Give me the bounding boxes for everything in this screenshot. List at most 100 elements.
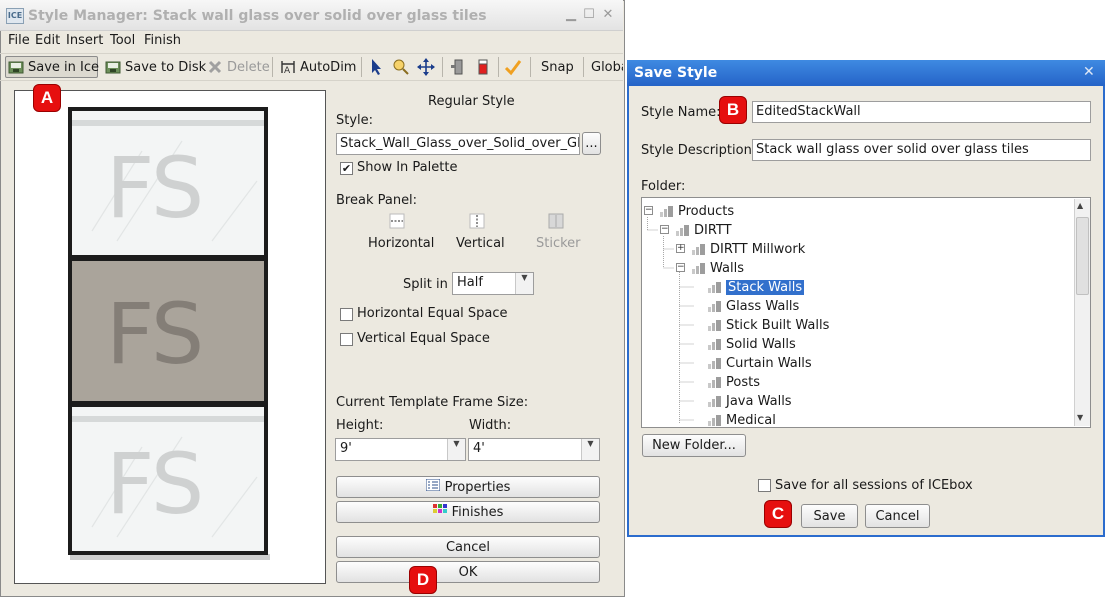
scroll-thumb[interactable] — [1076, 217, 1089, 295]
scroll-up-icon[interactable]: ▲ — [1077, 201, 1083, 210]
maximize-icon[interactable]: ☐ — [581, 7, 597, 23]
collapse-icon[interactable]: − — [676, 263, 685, 272]
tree-node-solid-walls[interactable]: Solid Walls — [708, 335, 796, 353]
break-horizontal-label[interactable]: Horizontal — [368, 236, 434, 251]
save-style-titlebar[interactable]: Save Style ✕ — [627, 60, 1105, 86]
tree-node-medical[interactable]: Medical — [708, 411, 776, 429]
menu-file[interactable]: File — [8, 33, 30, 48]
cancel-button[interactable]: Cancel — [336, 536, 600, 558]
glass-panel-top[interactable]: FS — [68, 107, 268, 259]
global-button[interactable]: Globa — [589, 56, 623, 78]
autodim-button[interactable]: A AutoDim — [278, 56, 358, 78]
save-in-ice-button[interactable]: Save in Ice — [5, 56, 99, 78]
tree-node-glass-walls[interactable]: Glass Walls — [708, 297, 799, 315]
toolbar-separator — [361, 57, 362, 77]
break-vertical-icon[interactable] — [469, 213, 485, 233]
folder-icon — [708, 395, 722, 407]
split-in-select[interactable]: Half ▼ — [452, 272, 534, 295]
menu-insert[interactable]: Insert — [66, 33, 103, 48]
tree-node-dirtt[interactable]: DIRTT — [676, 221, 732, 239]
split-in-label: Split in — [403, 277, 448, 292]
width-select[interactable]: 4' ▼ — [468, 438, 600, 461]
tree-node-java-walls[interactable]: Java Walls — [708, 392, 792, 410]
snap-button[interactable]: Snap — [539, 56, 576, 78]
menu-finish[interactable]: Finish — [144, 33, 181, 48]
horizontal-equal-space-checkbox[interactable] — [340, 308, 353, 321]
properties-label: Properties — [444, 479, 511, 495]
new-folder-button[interactable]: New Folder... — [642, 434, 746, 457]
break-horizontal-icon[interactable] — [389, 213, 405, 233]
ok-button[interactable]: OK — [336, 561, 600, 583]
check-orange-icon[interactable] — [504, 58, 522, 80]
height-select[interactable]: 9' ▼ — [335, 438, 466, 461]
finishes-icon — [432, 504, 447, 520]
folder-icon — [708, 376, 722, 388]
tree-node-dirtt-millwork[interactable]: DIRTT Millwork — [692, 240, 805, 258]
close-icon[interactable]: ✕ — [600, 7, 616, 23]
tree-node-stack-walls[interactable]: Stack Walls — [708, 278, 805, 296]
save-all-sessions-label: Save for all sessions of ICEbox — [775, 478, 973, 493]
folder-icon — [692, 243, 706, 255]
glass-panel-bottom[interactable]: FS — [68, 403, 268, 555]
properties-button[interactable]: Properties — [336, 476, 600, 498]
panel-red-icon[interactable] — [474, 58, 492, 80]
style-description-input[interactable]: Stack wall glass over solid over glass t… — [752, 139, 1091, 161]
save-all-sessions-checkbox[interactable] — [758, 479, 771, 492]
toolbar-separator — [272, 57, 273, 77]
tree-node-label: DIRTT — [694, 222, 732, 238]
save-to-disk-icon — [105, 59, 121, 75]
toolbar-separator — [442, 57, 443, 77]
style-browse-button[interactable]: ... — [582, 132, 601, 155]
sticker-label: Sticker — [536, 236, 581, 251]
style-label: Style: — [336, 113, 374, 128]
style-manager-titlebar[interactable]: ICE Style Manager: Stack wall glass over… — [0, 0, 623, 31]
style-name-input[interactable]: EditedStackWall — [752, 101, 1091, 123]
close-icon[interactable]: ✕ — [1083, 64, 1095, 80]
callout-b: B — [719, 96, 747, 124]
menu-edit[interactable]: Edit — [35, 33, 60, 48]
tree-node-label: Medical — [726, 412, 776, 428]
callout-d: D — [409, 566, 437, 594]
finishes-button[interactable]: Finishes — [336, 501, 600, 523]
solid-panel-middle[interactable]: FS — [68, 257, 268, 405]
window-title: Style Manager: Stack wall glass over sol… — [28, 8, 487, 24]
scroll-down-icon[interactable]: ▼ — [1077, 413, 1083, 422]
panel-gray-icon[interactable] — [449, 58, 467, 80]
break-vertical-label[interactable]: Vertical — [456, 236, 505, 251]
toolbar-separator — [530, 57, 531, 77]
select-arrow-icon[interactable] — [369, 58, 383, 80]
tree-node-stick-built-walls[interactable]: Stick Built Walls — [708, 316, 829, 334]
style-name-label: Style Name: — [641, 105, 721, 120]
dialog-cancel-button[interactable]: Cancel — [865, 504, 930, 528]
show-in-palette-checkbox[interactable]: ✔ — [340, 162, 353, 175]
folder-icon — [708, 319, 722, 331]
style-name-field[interactable]: Stack_Wall_Glass_over_Solid_over_Glass_T… — [336, 133, 580, 155]
tree-node-walls[interactable]: Walls — [692, 259, 744, 277]
zoom-icon[interactable] — [392, 58, 410, 80]
save-button[interactable]: Save — [801, 504, 858, 528]
autodim-label: AutoDim — [300, 59, 357, 75]
folder-label: Folder: — [641, 179, 686, 194]
height-label: Height: — [336, 418, 384, 433]
menu-tool[interactable]: Tool — [110, 33, 135, 48]
tree-node-products[interactable]: Products — [660, 202, 734, 220]
save-to-disk-label: Save to Disk — [125, 59, 207, 75]
sticker-icon[interactable] — [548, 213, 564, 233]
folder-icon — [676, 224, 690, 236]
tree-scrollbar[interactable]: ▲ ▼ — [1074, 199, 1090, 426]
callout-c: C — [764, 500, 792, 528]
collapse-icon[interactable]: − — [660, 225, 669, 234]
delete-label: Delete — [227, 59, 270, 75]
folder-icon — [708, 281, 722, 293]
move-icon[interactable] — [416, 57, 436, 81]
minimize-icon[interactable]: ▁ — [563, 7, 579, 23]
delete-button[interactable]: Delete — [205, 56, 272, 78]
collapse-icon[interactable]: − — [644, 206, 653, 215]
save-to-disk-button[interactable]: Save to Disk — [103, 56, 208, 78]
tree-node-posts[interactable]: Posts — [708, 373, 760, 391]
folder-icon — [660, 205, 674, 217]
tree-node-curtain-walls[interactable]: Curtain Walls — [708, 354, 812, 372]
vertical-equal-space-checkbox[interactable] — [340, 333, 353, 346]
expand-icon[interactable]: + — [676, 244, 685, 253]
folder-icon — [708, 357, 722, 369]
